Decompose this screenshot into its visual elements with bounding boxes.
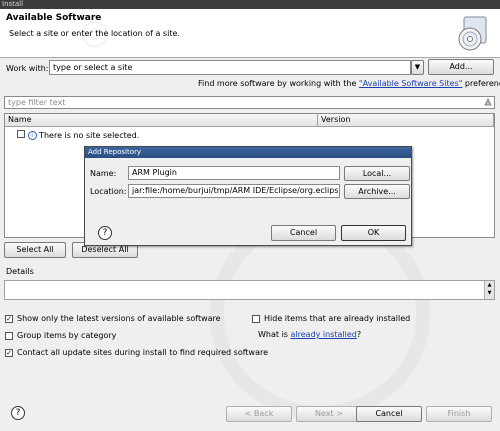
filter-input[interactable]: type filter text — [4, 96, 495, 109]
row-name: There is no site selected. — [39, 131, 140, 140]
sites-hint-text: Find more software by working with the — [198, 79, 359, 88]
page-title: Available Software — [6, 13, 102, 23]
scroll-up-icon[interactable]: ▲ — [485, 281, 494, 289]
what-is-suffix: ? — [356, 330, 362, 339]
install-cd-icon — [458, 16, 487, 51]
dialog-ok-button[interactable]: OK — [341, 225, 406, 241]
local-button[interactable]: Local... — [344, 166, 410, 181]
already-installed-link[interactable]: already installed — [291, 330, 357, 339]
add-repository-dialog: Add Repository Name: ARM Plugin Local...… — [84, 146, 412, 246]
location-field[interactable]: jar:file:/home/burjui/tmp/ARM IDE/Eclips… — [128, 184, 340, 198]
group-by-category-label: Group items by category — [17, 331, 117, 340]
finish-button[interactable]: Finish — [426, 406, 492, 422]
name-field[interactable]: ARM Plugin — [128, 166, 340, 180]
window-title: Install — [0, 0, 500, 9]
column-header-name[interactable]: Name — [5, 114, 318, 127]
available-software-sites-link[interactable]: "Available Software Sites" — [359, 79, 462, 88]
details-area: ▲ ▼ — [4, 280, 495, 300]
contact-sites-label: Contact all update sites during install … — [17, 348, 269, 357]
option-hide-installed[interactable]: Hide items that are already installed — [252, 314, 410, 324]
what-is-text: What is — [258, 330, 291, 339]
dialog-title: Add Repository — [85, 147, 411, 158]
chevron-down-icon: ▼ — [414, 63, 421, 71]
contact-sites-checkbox[interactable] — [5, 348, 13, 357]
table-row[interactable]: i There is no site selected. — [17, 130, 139, 140]
group-by-category-checkbox[interactable] — [5, 331, 13, 340]
clear-filter-icon[interactable] — [483, 97, 493, 107]
cancel-button[interactable]: Cancel — [356, 406, 422, 422]
sites-hint-suffix: preferences. — [464, 79, 500, 88]
column-header-version[interactable]: Version — [318, 114, 494, 127]
page-subtitle: Select a site or enter the location of a… — [9, 29, 180, 38]
next-button[interactable]: Next > — [296, 406, 362, 422]
work-with-label-text: Work with: — [6, 64, 49, 73]
back-button[interactable]: < Back — [226, 406, 292, 422]
add-site-button[interactable]: Add... — [428, 59, 494, 75]
work-with-dropdown-button[interactable]: ▼ — [411, 60, 424, 75]
show-latest-checkbox[interactable] — [5, 314, 13, 323]
work-with-combo[interactable]: type or select a site — [49, 60, 411, 75]
help-icon[interactable]: ? — [11, 406, 25, 420]
archive-button[interactable]: Archive... — [344, 184, 410, 199]
row-checkbox[interactable] — [17, 130, 25, 138]
hide-installed-checkbox[interactable] — [252, 314, 260, 323]
details-scrollbar[interactable]: ▲ ▼ — [484, 281, 494, 299]
name-label: Name: — [90, 169, 117, 178]
location-label: Location: — [90, 187, 127, 196]
show-latest-label: Show only the latest versions of availab… — [17, 314, 221, 323]
wizard-header: ◎ Available Software Select a site or en… — [0, 9, 500, 58]
scroll-down-icon[interactable]: ▼ — [485, 289, 494, 297]
sites-hint: Find more software by working with the "… — [198, 79, 500, 88]
select-all-button[interactable]: Select All — [4, 242, 66, 258]
option-contact-sites[interactable]: Contact all update sites during install … — [5, 348, 268, 358]
info-icon: i — [27, 131, 37, 140]
option-group-by-category[interactable]: Group items by category — [5, 331, 116, 341]
dialog-help-icon[interactable]: ? — [98, 226, 112, 240]
hide-installed-label: Hide items that are already installed — [264, 314, 411, 323]
dialog-cancel-button[interactable]: Cancel — [271, 225, 336, 241]
work-with-label: Work with: — [6, 64, 48, 73]
option-show-latest[interactable]: Show only the latest versions of availab… — [5, 314, 221, 324]
details-label: Details — [6, 267, 34, 276]
what-is-installed: What is already installed? — [258, 330, 361, 340]
